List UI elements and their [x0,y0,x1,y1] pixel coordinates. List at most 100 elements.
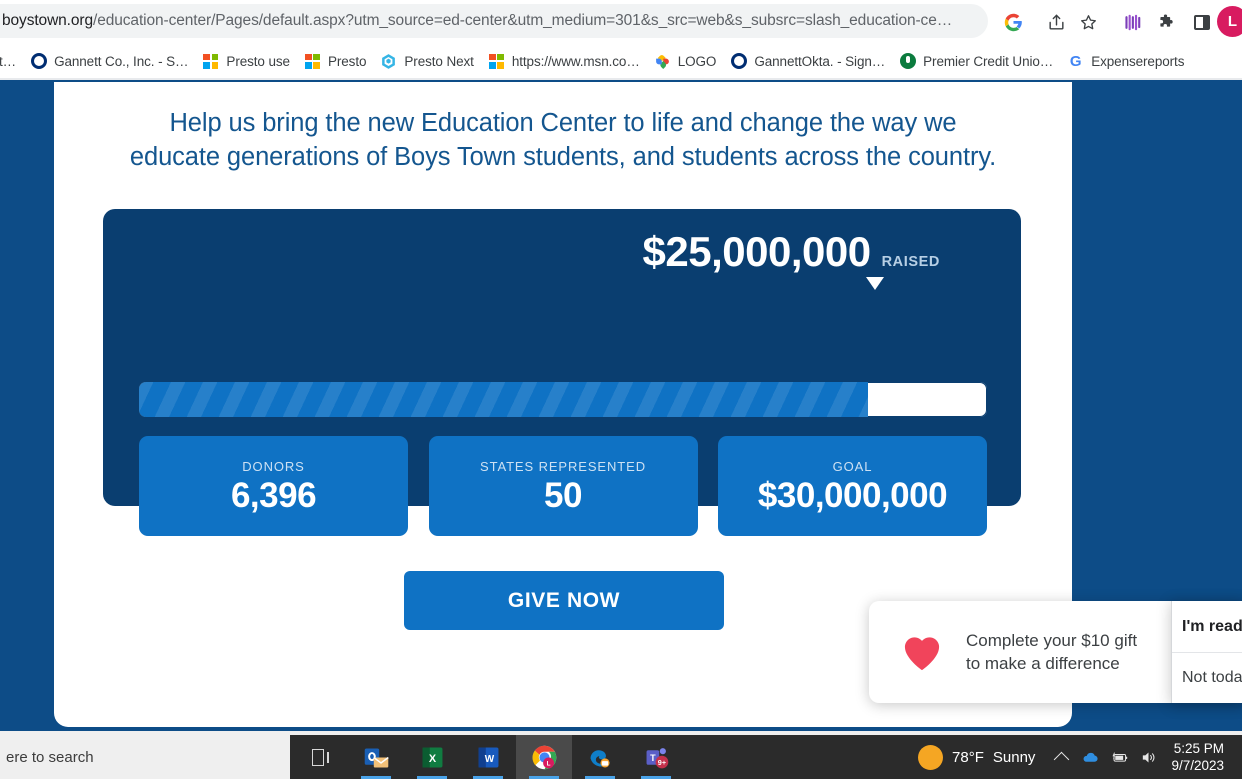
microsoft-icon [304,53,321,70]
address-bar-url: boystown.org/education-center/Pages/defa… [2,12,980,30]
svg-text:L: L [546,760,550,767]
google-photos-icon [654,53,671,70]
page-top-divider [0,78,1242,80]
onedrive-cloud-icon[interactable] [1076,749,1105,766]
donation-nudge-actions: I'm read Not toda [1171,601,1242,703]
svg-text:X: X [428,753,436,765]
bookmark-item-logo[interactable]: LOGO [647,50,724,73]
bookmark-item-msn[interactable]: https://www.msn.co… [481,50,647,73]
web-page: Help us bring the new Education Center t… [0,78,1242,731]
stat-label: GOAL [833,459,873,474]
bookmark-star-icon[interactable] [1076,10,1100,34]
heart-icon [900,632,944,672]
bookmark-item-presto[interactable]: Presto [297,50,373,73]
stats-row: DONORS 6,396 STATES REPRESENTED 50 GOAL … [139,436,987,536]
stat-label: STATES REPRESENTED [480,459,646,474]
taskbar-search-placeholder: ere to search [6,749,94,766]
bookmark-item-presto-use[interactable]: Presto use [195,50,297,73]
svg-text:W: W [484,754,494,765]
okta-ring-icon [730,53,747,70]
extension-purple-icon[interactable] [1120,10,1144,34]
bookmark-item-premier-credit-union[interactable]: Premier Credit Unio… [892,50,1060,73]
bookmark-label: Expensereports [1091,54,1184,69]
task-view-icon[interactable] [292,735,348,779]
nudge-primary-button[interactable]: I'm read [1171,601,1242,652]
fundraising-progress-fill [139,382,868,417]
fundraising-progress-bar [139,382,987,417]
donation-nudge-message: Complete your $10 gift to make a differe… [966,629,1137,675]
taskbar-search-box[interactable]: ere to search [0,735,290,779]
bookmark-label: LOGO [678,54,717,69]
url-path: /education-center/Pages/default.aspx?utm… [93,12,952,29]
raised-amount: $25,000,000 [643,231,871,273]
hexagon-icon [380,53,397,70]
raised-label: RAISED [882,254,940,270]
show-hidden-icons-chevron-up-icon[interactable] [1047,750,1076,765]
microsoft-icon [202,53,219,70]
nudge-secondary-button[interactable]: Not toda [1171,652,1242,703]
bookmark-label: Gannett Co., Inc. - S… [54,54,188,69]
taskbar-app-icons: X W L [292,735,684,779]
stat-card-goal: GOAL $30,000,000 [718,436,987,536]
side-panel-icon[interactable] [1190,10,1214,34]
raised-row: $25,000,000 RAISED [643,231,940,273]
weather-condition: Sunny [993,749,1036,766]
fundraiser-panel: $25,000,000 RAISED DONORS 6,396 STATES R… [103,209,1021,506]
nudge-divider [1171,601,1172,703]
screen: boystown.org/education-center/Pages/defa… [0,0,1242,779]
bookmarks-bar: t… Gannett Co., Inc. - S… Presto use Pre… [0,44,1242,78]
taskbar-weather-widget[interactable]: 78°F Sunny [910,745,1047,770]
bookmark-label: Premier Credit Unio… [923,54,1053,69]
bookmark-item-gannett[interactable]: Gannett Co., Inc. - S… [23,50,195,73]
bookmark-label: https://www.msn.co… [512,54,640,69]
profile-avatar[interactable]: L [1217,6,1242,37]
page-headline: Help us bring the new Education Center t… [54,106,1072,174]
url-domain: boystown.org [2,12,93,29]
okta-ring-icon [30,53,47,70]
bookmark-label: Presto [328,54,366,69]
taskbar-clock[interactable]: 5:25 PM 9/7/2023 [1163,740,1234,774]
chrome-icon[interactable]: L [516,735,572,779]
volume-speaker-icon[interactable] [1134,749,1163,766]
stat-card-donors: DONORS 6,396 [139,436,408,536]
omnibox-row: boystown.org/education-center/Pages/defa… [0,0,1242,42]
stat-value: 6,396 [231,478,316,513]
clock-time: 5:25 PM [1171,740,1224,757]
raised-marker-caret-icon [866,277,884,290]
stat-value: $30,000,000 [758,478,947,513]
stat-card-states-represented: STATES REPRESENTED 50 [429,436,698,536]
battery-charging-icon[interactable] [1105,749,1134,766]
headline-line-1: Help us bring the new Education Center t… [54,106,1072,140]
bookmark-item[interactable]: t… [0,51,23,72]
bookmark-item-presto-next[interactable]: Presto Next [373,50,480,73]
svg-text:T: T [650,753,656,763]
share-icon[interactable] [1044,10,1068,34]
edge-icon[interactable] [572,735,628,779]
address-bar[interactable]: boystown.org/education-center/Pages/defa… [0,4,988,38]
google-icon[interactable] [1001,10,1025,34]
weather-temperature: 78°F [952,749,984,766]
bookmark-label: Presto use [226,54,290,69]
bookmark-label: Presto Next [404,54,473,69]
teams-icon[interactable]: T 9+ [628,735,684,779]
bookmark-item-expensereports[interactable]: G Expensereports [1060,50,1191,73]
excel-icon[interactable]: X [404,735,460,779]
word-icon[interactable]: W [460,735,516,779]
stat-label: DONORS [242,459,304,474]
svg-text:9+: 9+ [657,758,665,767]
google-g-icon: G [1067,53,1084,70]
stat-value: 50 [544,478,582,513]
bookmark-item-gannett-okta[interactable]: GannettOkta. - Sign… [723,50,892,73]
headline-line-2: educate generations of Boys Town student… [54,140,1072,174]
give-now-button[interactable]: GIVE NOW [404,571,724,630]
extensions-puzzle-icon[interactable] [1155,10,1179,34]
clock-date: 9/7/2023 [1171,757,1224,774]
credit-union-icon [899,53,916,70]
bookmark-label: GannettOkta. - Sign… [754,54,885,69]
outlook-icon[interactable] [348,735,404,779]
bookmark-label: t… [0,54,16,69]
microsoft-icon [488,53,505,70]
sun-icon [918,745,943,770]
system-tray: 78°F Sunny 5:25 PM [910,735,1242,779]
browser-chrome: boystown.org/education-center/Pages/defa… [0,0,1242,78]
